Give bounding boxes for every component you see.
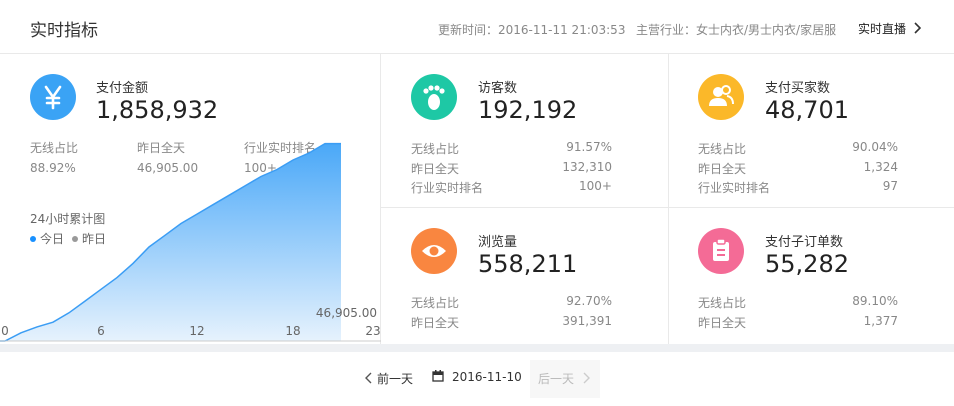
x-tick-label: 23 [365, 324, 380, 338]
pageviews-stat-value: 391,391 [562, 314, 612, 328]
next-day-button[interactable]: 后一天 [530, 360, 600, 398]
pageviews-stat-value: 92.70% [566, 294, 612, 308]
buyers-stat-value: 90.04% [852, 140, 898, 154]
pageviews-value: 558,211 [478, 250, 578, 278]
clipboard-icon [698, 228, 744, 274]
x-tick-label: 12 [189, 324, 204, 338]
live-label: 实时直播 [858, 22, 907, 36]
visitors-card: 访客数 192,192 无线占比 91.57% 昨日全天 132,310 行业实… [381, 54, 669, 208]
calendar-icon [432, 370, 444, 382]
users-icon [698, 74, 744, 120]
buyers-value: 48,701 [765, 96, 849, 124]
chevron-right-icon [914, 22, 921, 34]
visitors-stat-value: 91.57% [566, 140, 612, 154]
chevron-left-icon [365, 372, 372, 384]
orders-label: 支付子订单数 [765, 235, 844, 250]
visitors-stat-label: 昨日全天 [411, 162, 460, 176]
date-pager: 前一天 2016-11-10 后一天 [0, 352, 954, 406]
realtime-panel: 实时指标 更新时间：2016-11-11 21:03:53 主营行业：女士内衣/… [0, 0, 954, 344]
buyers-label: 支付买家数 [765, 81, 831, 96]
page-title: 实时指标 [30, 21, 98, 41]
cumulative-area-chart: 0 6 12 18 23 46,905.00 [0, 142, 381, 342]
buyers-stat-label: 昨日全天 [698, 162, 747, 176]
prev-day-button[interactable]: 前一天 [365, 370, 413, 387]
footprint-icon [411, 74, 457, 120]
orders-value: 55,282 [765, 250, 849, 278]
pageviews-label: 浏览量 [478, 235, 518, 250]
visitors-value: 192,192 [478, 96, 578, 124]
industry-text: 主营行业：女士内衣/男士内衣/家居服 [636, 23, 837, 37]
visitors-label: 访客数 [478, 81, 518, 96]
buyers-stat-value: 97 [882, 179, 898, 193]
eye-icon [411, 228, 457, 274]
visitors-stat-label: 行业实时排名 [411, 181, 484, 195]
x-tick-label: 6 [97, 324, 105, 338]
x-tick-label: 18 [285, 324, 300, 338]
orders-stat-value: 1,377 [863, 314, 898, 328]
buyers-stat-value: 1,324 [863, 160, 898, 174]
pageviews-card: 浏览量 558,211 无线占比 92.70% 昨日全天 391,391 [381, 208, 669, 344]
prev-day-label: 前一天 [377, 372, 414, 386]
buyers-stat-label: 无线占比 [698, 142, 747, 156]
payment-card: 支付金额 1,858,932 无线占比 88.92% 昨日全天 46,905.0… [0, 54, 381, 344]
date-picker[interactable]: 2016-11-10 [432, 370, 522, 384]
buyers-stat-label: 行业实时排名 [698, 181, 771, 195]
pageviews-stat-label: 昨日全天 [411, 316, 460, 330]
current-date: 2016-11-10 [452, 370, 522, 384]
next-day-label: 后一天 [538, 372, 575, 386]
orders-stat-value: 89.10% [852, 294, 898, 308]
update-time: 更新时间：2016-11-11 21:03:53 [438, 23, 626, 37]
visitors-stat-value: 132,310 [562, 160, 612, 174]
chevron-right-icon [583, 372, 590, 384]
pageviews-stat-label: 无线占比 [411, 296, 460, 310]
panel-header: 实时指标 更新时间：2016-11-11 21:03:53 主营行业：女士内衣/… [0, 0, 954, 54]
buyers-card: 支付买家数 48,701 无线占比 90.04% 昨日全天 1,324 行业实时… [669, 54, 954, 208]
visitors-stat-label: 无线占比 [411, 142, 460, 156]
live-link[interactable]: 实时直播 [858, 20, 921, 37]
orders-stat-label: 昨日全天 [698, 316, 747, 330]
series-area-today [0, 143, 341, 341]
orders-stat-label: 无线占比 [698, 296, 747, 310]
x-tick-label: 0 [1, 324, 9, 338]
visitors-stat-value: 100+ [579, 179, 612, 193]
orders-card: 支付子订单数 55,282 无线占比 89.10% 昨日全天 1,377 [669, 208, 954, 344]
yesterday-total-label: 46,905.00 [316, 306, 377, 320]
